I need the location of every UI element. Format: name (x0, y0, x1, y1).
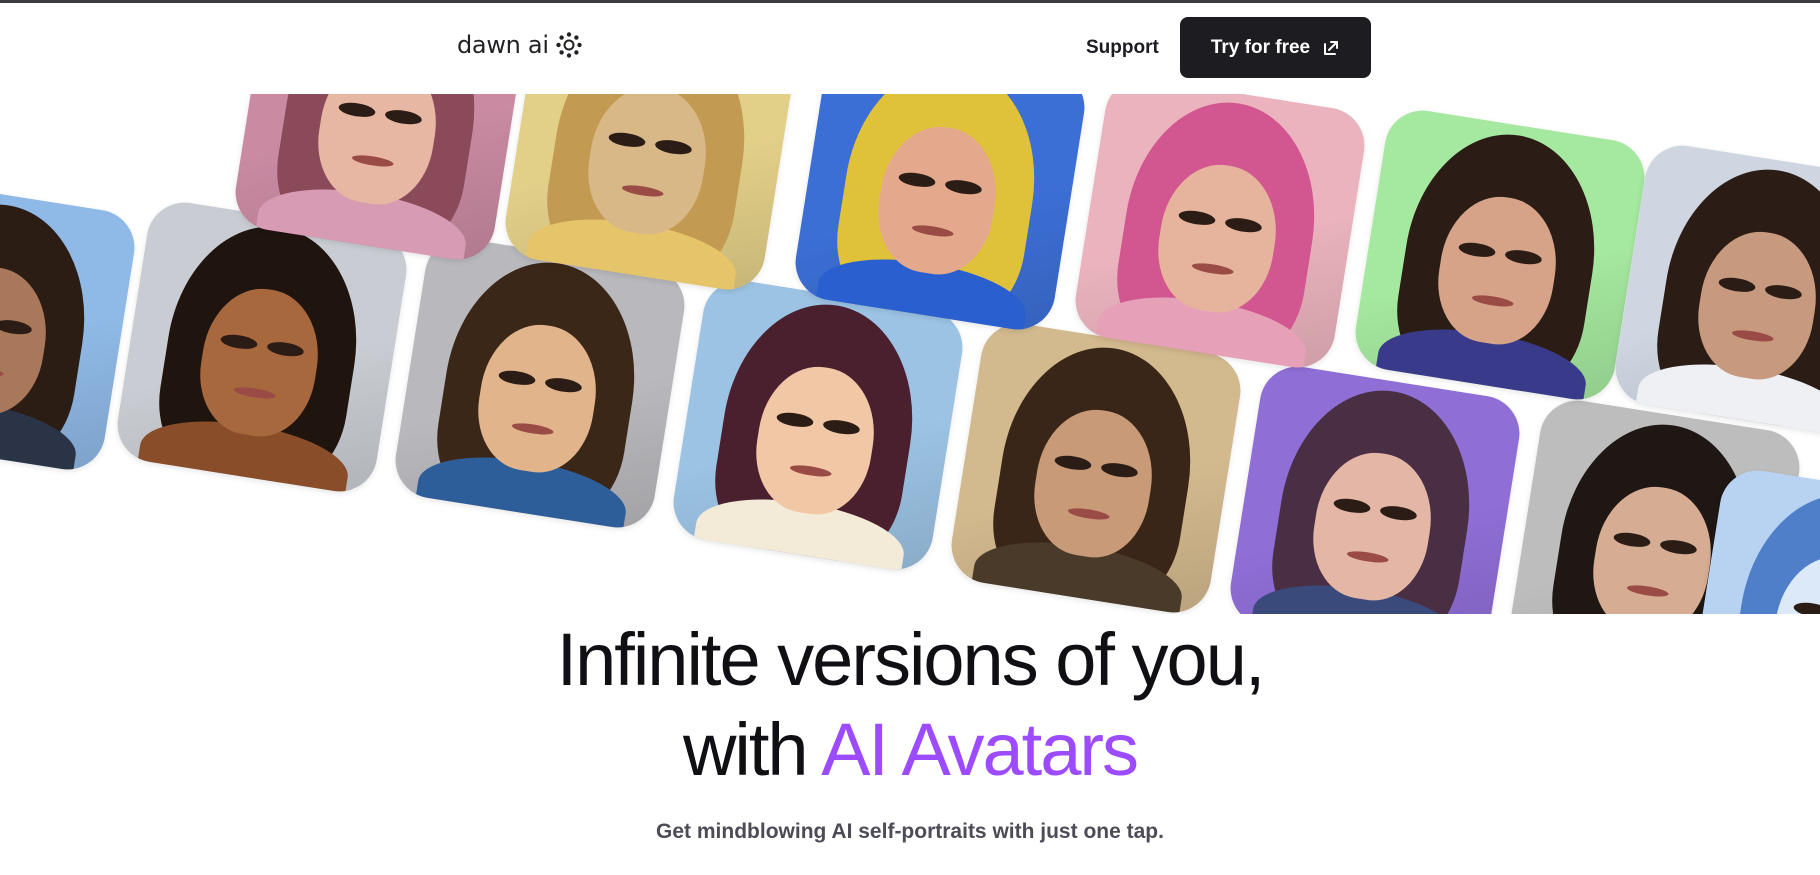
avatar-tile (790, 94, 1090, 335)
headline-accent: AI Avatars (821, 708, 1139, 791)
hero-headline: Infinite versions of you, with AI Avatar… (0, 615, 1820, 795)
try-for-free-button[interactable]: Try for free (1180, 17, 1371, 78)
site-header: dawn ai Support Try for free (0, 3, 1820, 94)
headline-with: with (682, 708, 809, 791)
external-link-icon (1324, 40, 1339, 55)
logo-link[interactable]: dawn ai (457, 31, 583, 59)
avatar-tile (1350, 105, 1650, 405)
logo-text: dawn ai (457, 31, 549, 59)
avatar-tile (390, 233, 690, 533)
window-top-edge (0, 0, 1820, 3)
try-for-free-label: Try for free (1210, 36, 1311, 58)
avatar-gallery (0, 94, 1820, 614)
avatar-tile (1225, 361, 1525, 614)
landing-page: dawn ai Support Try for free Infinite ve… (0, 0, 1820, 875)
headline-line1: Infinite versions of you, (556, 618, 1266, 701)
avatar-tile (1070, 94, 1370, 373)
sparkle-ring-icon (555, 32, 582, 58)
hero-subtitle: Get mindblowing AI self-portraits with j… (656, 820, 1164, 843)
avatar-tile (668, 275, 968, 575)
support-link[interactable]: Support (1086, 37, 1159, 59)
avatar-tile (946, 318, 1246, 614)
